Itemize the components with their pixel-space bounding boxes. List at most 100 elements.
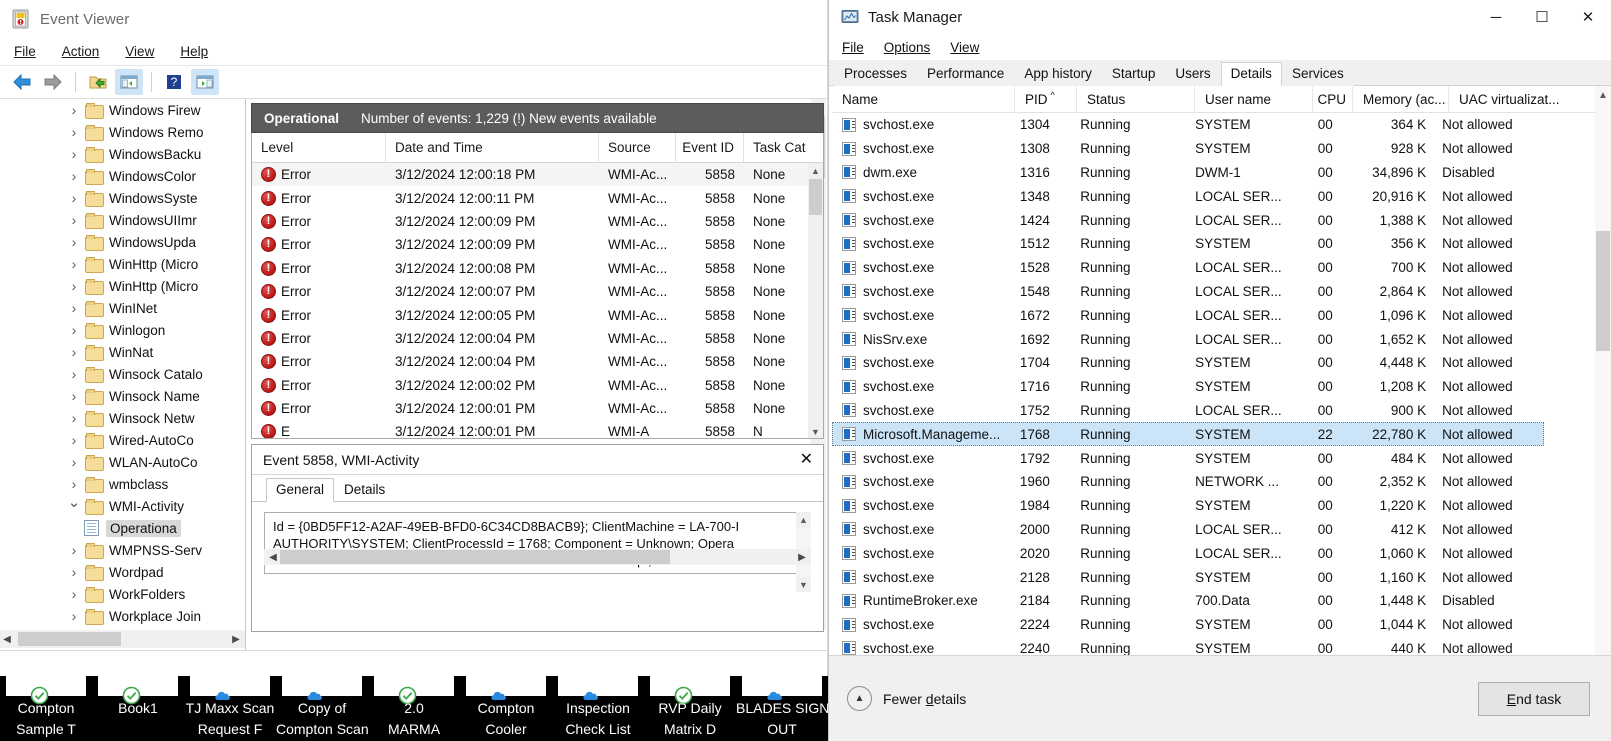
scroll-left-arrow-icon[interactable]: ◀ <box>0 634 14 645</box>
event-row[interactable]: Error 3/12/2024 12:00:04 PM WMI-Ac... 5858 N… <box>252 350 823 373</box>
column-header-cpu[interactable]: CPU <box>1313 86 1353 112</box>
forward-icon[interactable] <box>39 69 67 95</box>
tree-item[interactable]: › WorkFolders <box>0 583 245 605</box>
tree-item[interactable]: › Winsock Netw <box>0 407 245 429</box>
maximize-button[interactable]: ☐ <box>1519 0 1565 34</box>
tree-item[interactable]: › WLAN-AutoCo <box>0 451 245 473</box>
taskbar-item[interactable]: Compton Cooler <box>460 676 552 741</box>
tree-item[interactable]: › Winlogon <box>0 319 245 341</box>
taskbar-item[interactable]: Compton Sample T <box>0 676 92 741</box>
event-scroll-thumb[interactable] <box>809 179 822 215</box>
event-table[interactable]: Level Date and Time Source Event ID Task… <box>251 133 824 439</box>
column-header-name[interactable]: Name <box>832 86 1015 112</box>
taskbar-item[interactable]: Copy of Compton Scan <box>276 676 368 741</box>
chevron-right-icon[interactable]: › <box>63 190 85 206</box>
tab-startup[interactable]: Startup <box>1101 62 1166 86</box>
chevron-right-icon[interactable]: › <box>63 586 85 602</box>
tree-item[interactable]: › Winsock Catalo <box>0 363 245 385</box>
process-row[interactable]: svchost.exe 1348 Running LOCAL SER... 00 20,9… <box>832 184 1544 208</box>
chevron-right-icon[interactable]: › <box>63 542 85 558</box>
taskbar-item[interactable]: RVP Daily Matrix D <box>644 676 736 741</box>
console-tree-hscroll-thumb[interactable] <box>18 632 121 646</box>
taskbar-item[interactable]: BLADES SIGN OUT <box>736 676 828 741</box>
detail-hscroll-thumb[interactable] <box>280 550 670 564</box>
chevron-right-icon[interactable]: › <box>63 146 85 162</box>
tree-item[interactable]: › WMPNSS-Serv <box>0 539 245 561</box>
tab-services[interactable]: Services <box>1281 62 1354 86</box>
event-row[interactable]: Error 3/12/2024 12:00:01 PM WMI-Ac... 5858 N… <box>252 397 823 420</box>
taskbar-item[interactable]: 2.0 MARMA <box>368 676 460 741</box>
tree-item[interactable]: Operationa <box>0 517 245 539</box>
event-row[interactable]: Error 3/12/2024 12:00:18 PM WMI-Ac... 5858 N… <box>252 163 823 187</box>
help-icon[interactable]: ? <box>160 69 188 95</box>
tm-menu-options[interactable]: Options <box>884 40 931 55</box>
detail-scroll-left-arrow-icon[interactable]: ◀ <box>266 552 280 563</box>
tree-item[interactable]: › WindowsUIImr <box>0 209 245 231</box>
column-header-status[interactable]: Status <box>1077 86 1195 112</box>
event-row[interactable]: Error 3/12/2024 12:00:02 PM WMI-Ac... 5858 N… <box>252 374 823 397</box>
process-row[interactable]: svchost.exe 2128 Running SYSTEM 00 1,160 K Not… <box>832 565 1544 589</box>
process-row[interactable]: svchost.exe 1512 Running SYSTEM 00 356 K Not a… <box>832 232 1544 256</box>
event-row[interactable]: Error 3/12/2024 12:00:08 PM WMI-Ac... 5858 N… <box>252 257 823 280</box>
chevron-right-icon[interactable]: › <box>63 278 85 294</box>
process-row[interactable]: svchost.exe 1548 Running LOCAL SER... 00 2,86… <box>832 280 1544 304</box>
event-row[interactable]: Error 3/12/2024 12:00:11 PM WMI-Ac... 5858 N… <box>252 186 823 209</box>
chevron-right-icon[interactable]: › <box>63 454 85 470</box>
fewer-details-button[interactable]: ▲ Fewer details <box>847 686 1478 711</box>
event-scroll-up-arrow-icon[interactable]: ▲ <box>808 163 823 178</box>
event-detail-horizontal-scrollbar[interactable]: ◀ ▶ <box>264 549 811 565</box>
tab-performance[interactable]: Performance <box>917 62 1015 86</box>
process-row[interactable]: svchost.exe 1792 Running SYSTEM 00 484 K Not a… <box>832 446 1544 470</box>
tree-item[interactable]: › WinHttp (Micro <box>0 275 245 297</box>
process-row[interactable]: svchost.exe 1308 Running SYSTEM 00 928 K Not a… <box>832 137 1544 161</box>
chevron-right-icon[interactable]: › <box>63 388 85 404</box>
column-header-task-category[interactable]: Task Cat... <box>744 133 806 162</box>
tree-item[interactable]: › WinHttp (Micro <box>0 253 245 275</box>
event-table-vertical-scrollbar[interactable]: ▲ ▼ <box>808 163 823 438</box>
column-header-user-name[interactable]: User name <box>1195 86 1313 112</box>
tree-item[interactable]: › WinNat <box>0 341 245 363</box>
tab-users[interactable]: Users <box>1165 62 1221 86</box>
minimize-button[interactable]: ─ <box>1473 0 1519 34</box>
close-icon[interactable]: ✕ <box>800 451 813 468</box>
process-row[interactable]: svchost.exe 1960 Running NETWORK ... 00 2,352… <box>832 470 1544 494</box>
process-row[interactable]: svchost.exe 2224 Running SYSTEM 00 1,044 K Not… <box>832 613 1544 637</box>
chevron-right-icon[interactable]: › <box>63 300 85 316</box>
detail-scroll-down-arrow-icon[interactable]: ▼ <box>796 577 811 592</box>
open-folder-icon[interactable] <box>84 69 112 95</box>
chevron-right-icon[interactable]: › <box>63 234 85 250</box>
process-row[interactable]: svchost.exe 1716 Running SYSTEM 00 1,208 K Not… <box>832 375 1544 399</box>
process-row[interactable]: RuntimeBroker.exe 2184 Running 700.Data 00 1,… <box>832 589 1544 613</box>
tree-item[interactable]: › Wired-AutoCo <box>0 429 245 451</box>
taskbar-item[interactable]: Inspection Check List <box>552 676 644 741</box>
tree-item[interactable]: › WinINet <box>0 297 245 319</box>
column-header-pid[interactable]: PID ^ <box>1015 86 1077 112</box>
tree-item[interactable]: ⌄ WMI-Activity <box>0 494 245 517</box>
column-header-uac-virtualization[interactable]: UAC virtualizat... <box>1449 86 1564 112</box>
tree-item[interactable]: › WindowsUpda <box>0 231 245 253</box>
column-header-date-and-time[interactable]: Date and Time <box>386 133 599 162</box>
chevron-right-icon[interactable]: › <box>63 212 85 228</box>
process-row[interactable]: dwm.exe 1316 Running DWM-1 00 34,896 K Disable… <box>832 161 1544 185</box>
column-header-source[interactable]: Source <box>599 133 676 162</box>
chevron-right-icon[interactable]: › <box>63 366 85 382</box>
column-header-level[interactable]: Level <box>252 133 386 162</box>
tree-item[interactable]: › WindowsColor <box>0 165 245 187</box>
process-row[interactable]: svchost.exe 2000 Running LOCAL SER... 00 412 … <box>832 518 1544 542</box>
show-hide-action-pane-icon[interactable] <box>191 69 219 95</box>
detail-scroll-up-arrow-icon[interactable]: ▲ <box>796 512 811 527</box>
chevron-right-icon[interactable]: › <box>63 322 85 338</box>
tab-general[interactable]: General <box>266 478 335 502</box>
taskbar-item[interactable]: Book1 <box>92 676 184 741</box>
tab-details[interactable]: Details <box>1220 62 1282 86</box>
console-tree[interactable]: › Windows Firew › Windows Remo › WindowsBacku… <box>0 99 246 650</box>
tree-item[interactable]: › wmbclass <box>0 473 245 495</box>
tree-item[interactable]: › Windows Firew <box>0 99 245 121</box>
menu-action[interactable]: Action <box>60 42 102 61</box>
chevron-right-icon[interactable]: › <box>63 168 85 184</box>
event-row[interactable]: Error 3/12/2024 12:00:05 PM WMI-Ac... 5858 N… <box>252 303 823 326</box>
menu-view[interactable]: View <box>123 42 156 61</box>
chevron-right-icon[interactable]: › <box>63 256 85 272</box>
event-row[interactable]: E 3/12/2024 12:00:01 PM WMI-A 5858 N <box>252 420 823 438</box>
process-row[interactable]: svchost.exe 1424 Running LOCAL SER... 00 1,38… <box>832 208 1544 232</box>
